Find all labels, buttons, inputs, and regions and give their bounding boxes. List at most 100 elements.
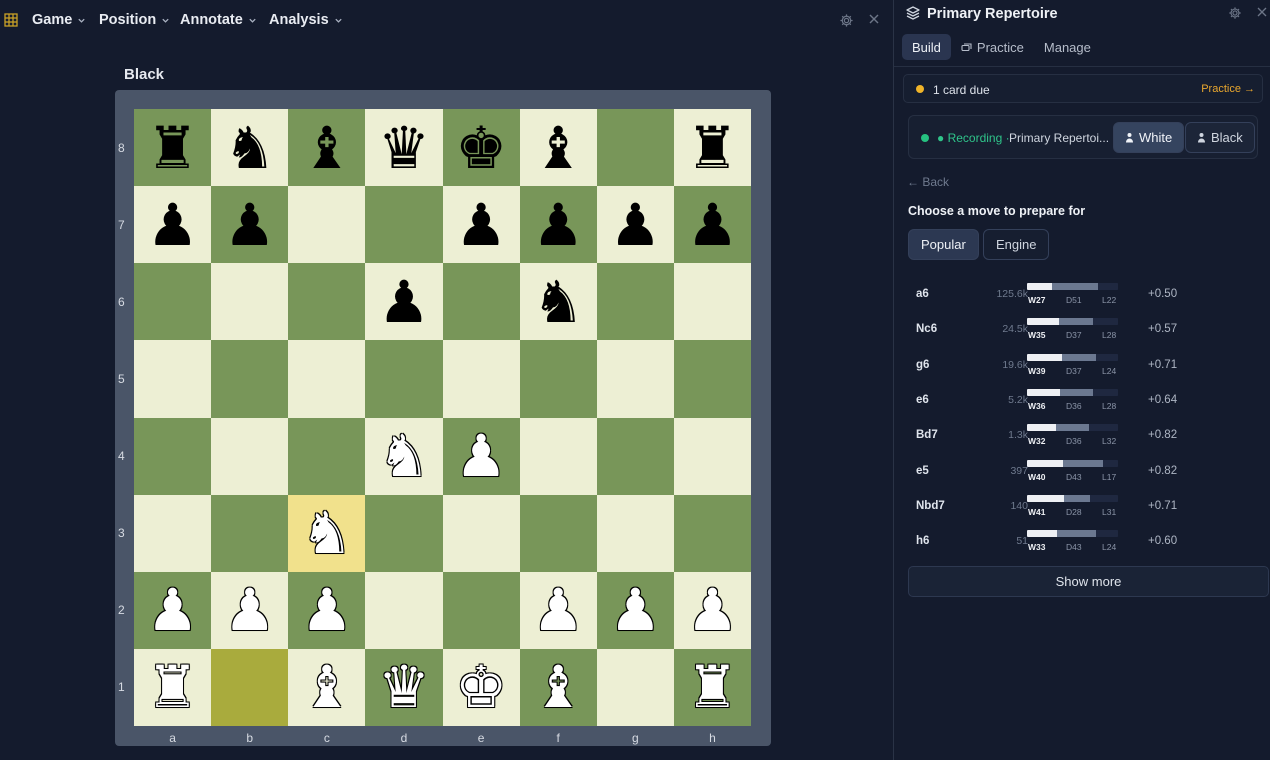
square-c1[interactable]: ♝: [288, 648, 366, 726]
black-knight-piece[interactable]: ♞: [224, 119, 276, 177]
square-f7[interactable]: ♟: [519, 186, 597, 264]
chess-board[interactable]: ♜ ♞ ♝ ♛ ♚ ♝ ♜ ♟ ♟ ♟ ♟ ♟ ♟ ♟ ♞ ♞ ♟ ♞ ♟ ♟ ♟ ♟ ♟ ♟ ♜ ♝ ♛ ♚ ♝ ♜: [134, 109, 751, 726]
square-b4[interactable]: [211, 417, 289, 495]
move-row[interactable]: e6 5.2k W36 D36 L28 +0.64: [908, 386, 1258, 416]
square-a6[interactable]: [134, 263, 212, 341]
square-c2[interactable]: ♟: [288, 571, 366, 649]
black-queen-piece[interactable]: ♛: [378, 119, 430, 177]
square-g7[interactable]: ♟: [596, 186, 674, 264]
square-d2[interactable]: [365, 571, 443, 649]
black-pawn-piece[interactable]: ♟: [147, 196, 199, 254]
move-row[interactable]: e5 397 W40 D43 L17 +0.82: [908, 457, 1258, 487]
square-a5[interactable]: [134, 340, 212, 418]
square-h3[interactable]: [673, 494, 751, 572]
practice-link[interactable]: Practice →: [1201, 83, 1255, 95]
white-queen-piece[interactable]: ♛: [378, 658, 430, 716]
square-e2[interactable]: [442, 571, 520, 649]
white-knight-piece[interactable]: ♞: [378, 427, 430, 485]
square-f8[interactable]: ♝: [519, 109, 597, 187]
square-c7[interactable]: [288, 186, 366, 264]
square-h7[interactable]: ♟: [673, 186, 751, 264]
square-d3[interactable]: [365, 494, 443, 572]
square-a1[interactable]: ♜: [134, 648, 212, 726]
square-f5[interactable]: [519, 340, 597, 418]
square-c3[interactable]: ♞: [288, 494, 366, 572]
gear-icon[interactable]: [839, 13, 854, 28]
square-a2[interactable]: ♟: [134, 571, 212, 649]
square-f2[interactable]: ♟: [519, 571, 597, 649]
square-d8[interactable]: ♛: [365, 109, 443, 187]
move-row[interactable]: g6 19.6k W39 D37 L24 +0.71: [908, 351, 1258, 381]
square-e5[interactable]: [442, 340, 520, 418]
square-h4[interactable]: [673, 417, 751, 495]
show-more-button[interactable]: Show more: [908, 566, 1269, 597]
white-knight-piece[interactable]: ♞: [301, 504, 353, 562]
square-h1[interactable]: ♜: [673, 648, 751, 726]
white-bishop-piece[interactable]: ♝: [532, 658, 584, 716]
black-rook-piece[interactable]: ♜: [147, 119, 199, 177]
white-pawn-piece[interactable]: ♟: [224, 581, 276, 639]
square-a3[interactable]: [134, 494, 212, 572]
move-row[interactable]: a6 125.6k W27 D51 L22 +0.50: [908, 280, 1258, 310]
square-e3[interactable]: [442, 494, 520, 572]
square-g1[interactable]: [596, 648, 674, 726]
black-side-button[interactable]: Black: [1185, 122, 1255, 153]
square-b6[interactable]: [211, 263, 289, 341]
square-h2[interactable]: ♟: [673, 571, 751, 649]
square-c8[interactable]: ♝: [288, 109, 366, 187]
square-f4[interactable]: [519, 417, 597, 495]
square-g5[interactable]: [596, 340, 674, 418]
close-icon[interactable]: [1256, 6, 1268, 18]
menu-annotate[interactable]: Annotate: [180, 12, 257, 28]
square-h8[interactable]: ♜: [673, 109, 751, 187]
square-a8[interactable]: ♜: [134, 109, 212, 187]
move-row[interactable]: Bd7 1.3k W32 D36 L32 +0.82: [908, 421, 1258, 451]
square-a7[interactable]: ♟: [134, 186, 212, 264]
square-e1[interactable]: ♚: [442, 648, 520, 726]
tab-manage[interactable]: Manage: [1034, 34, 1101, 60]
square-h5[interactable]: [673, 340, 751, 418]
square-g8[interactable]: [596, 109, 674, 187]
move-row[interactable]: Nbd7 140 W41 D28 L31 +0.71: [908, 492, 1258, 522]
popular-mode-button[interactable]: Popular: [908, 229, 979, 260]
black-pawn-piece[interactable]: ♟: [609, 196, 661, 254]
square-b3[interactable]: [211, 494, 289, 572]
square-d7[interactable]: [365, 186, 443, 264]
square-d1[interactable]: ♛: [365, 648, 443, 726]
close-icon[interactable]: [867, 12, 881, 26]
move-row[interactable]: Nc6 24.5k W35 D37 L28 +0.57: [908, 315, 1258, 345]
square-e6[interactable]: [442, 263, 520, 341]
menu-analysis[interactable]: Analysis: [269, 12, 343, 28]
square-c4[interactable]: [288, 417, 366, 495]
square-d4[interactable]: ♞: [365, 417, 443, 495]
square-h6[interactable]: [673, 263, 751, 341]
square-g2[interactable]: ♟: [596, 571, 674, 649]
square-d6[interactable]: ♟: [365, 263, 443, 341]
back-link[interactable]: ← Back: [907, 175, 949, 189]
square-b7[interactable]: ♟: [211, 186, 289, 264]
black-pawn-piece[interactable]: ♟: [455, 196, 507, 254]
gear-icon[interactable]: [1228, 6, 1242, 20]
square-g4[interactable]: [596, 417, 674, 495]
menu-game[interactable]: Game: [32, 12, 86, 28]
square-c5[interactable]: [288, 340, 366, 418]
square-c6[interactable]: [288, 263, 366, 341]
square-f3[interactable]: [519, 494, 597, 572]
black-pawn-piece[interactable]: ♟: [686, 196, 738, 254]
square-g3[interactable]: [596, 494, 674, 572]
square-a4[interactable]: [134, 417, 212, 495]
square-f1[interactable]: ♝: [519, 648, 597, 726]
tab-practice[interactable]: Practice: [951, 34, 1034, 60]
square-b1[interactable]: [211, 648, 289, 726]
square-f6[interactable]: ♞: [519, 263, 597, 341]
white-side-button[interactable]: White: [1113, 122, 1185, 153]
white-pawn-piece[interactable]: ♟: [147, 581, 199, 639]
white-king-piece[interactable]: ♚: [455, 658, 507, 716]
engine-mode-button[interactable]: Engine: [983, 229, 1050, 260]
square-e8[interactable]: ♚: [442, 109, 520, 187]
black-bishop-piece[interactable]: ♝: [301, 119, 353, 177]
grid-icon[interactable]: [4, 13, 18, 27]
square-e4[interactable]: ♟: [442, 417, 520, 495]
square-b2[interactable]: ♟: [211, 571, 289, 649]
black-pawn-piece[interactable]: ♟: [224, 196, 276, 254]
